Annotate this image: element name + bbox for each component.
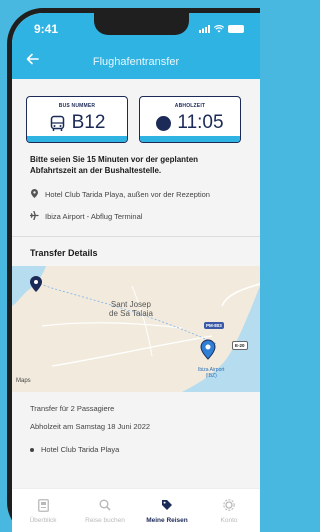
passenger-count: Transfer für 2 Passagiere <box>30 404 115 413</box>
map-pin-icon <box>30 189 38 200</box>
notice-text: Bitte seien Sie 15 Minuten vor der gepla… <box>30 155 199 175</box>
info-cards: BUS NUMMER B12 ABHOLZEIT 11:05 <box>12 79 260 143</box>
overview-icon <box>37 499 49 513</box>
wifi-icon <box>214 25 224 33</box>
destination-row: Ibiza Airport - Abflug Terminal <box>12 210 260 222</box>
place-label-line2: de Sa Talaia <box>109 309 153 318</box>
card-accent-bar <box>140 136 240 142</box>
tab-book-trip[interactable]: Reise buchen <box>77 499 133 524</box>
tab-book-trip-label: Reise buchen <box>85 517 125 524</box>
section-title: Transfer Details <box>30 248 98 258</box>
airplane-icon <box>29 210 39 222</box>
bus-number-value-row: B12 <box>27 112 127 134</box>
app-header: 9:41 Flughafentransfer <box>12 13 260 79</box>
destination-text: Ibiza Airport - Abflug Terminal <box>45 212 143 221</box>
transfer-details: Transfer für 2 Passagiere Abholzeit am S… <box>12 392 260 454</box>
tab-bar: Überblick Reise buchen Meine Reisen Kont… <box>12 488 260 532</box>
tab-overview-label: Überblick <box>29 517 57 524</box>
hotel-name: Hotel Club Tarida Playa <box>41 445 120 454</box>
status-icons <box>199 25 244 33</box>
map-pin-start[interactable] <box>30 276 42 292</box>
pickup-time-value: 11:05 <box>177 112 224 133</box>
tab-overview[interactable]: Überblick <box>15 499 71 524</box>
tab-account-label: Konto <box>220 517 238 524</box>
bus-icon <box>50 115 64 131</box>
page-title: Flughafentransfer <box>92 56 180 68</box>
maps-brand: Maps <box>16 378 31 384</box>
place-label-line1: Sant Josep <box>110 300 151 309</box>
pickup-date: Abholzeit am Samstag 18 Juni 2022 <box>30 422 151 431</box>
card-accent-bar <box>27 136 127 142</box>
pickup-time-card: ABHOLZEIT 11:05 <box>139 96 241 143</box>
signal-icon <box>199 25 210 33</box>
battery-icon <box>228 25 244 33</box>
phone-frame: 9:41 Flughafentransfer BUS NUMMER B12 AB… <box>7 8 260 532</box>
dot-icon <box>156 115 172 131</box>
bus-number-label: BUS NUMMER <box>58 103 96 109</box>
airport-label: Ibiza Airport (IBZ) <box>198 367 224 379</box>
bus-number-card: BUS NUMMER B12 <box>26 96 128 143</box>
map-pin-airport[interactable] <box>200 339 216 360</box>
back-button[interactable] <box>26 53 39 69</box>
tab-account[interactable]: Konto <box>201 499 257 524</box>
pickup-time-label: ABHOLZEIT <box>174 103 206 109</box>
pickup-location-row: Hotel Club Tarida Playa, außen vor der R… <box>12 189 260 200</box>
bus-number-value: B12 <box>71 112 106 133</box>
pickup-time-value-row: 11:05 <box>140 112 240 134</box>
airport-label-line2: (IBZ) <box>205 373 217 379</box>
device-notch <box>94 13 189 35</box>
route-map[interactable]: Sant Josep de Sa Talaia PM-803 E-20 Ibiz… <box>12 266 260 392</box>
status-time: 9:41 <box>34 22 59 36</box>
search-icon <box>99 499 111 513</box>
arrow-left-icon <box>26 53 39 65</box>
tab-my-trips[interactable]: Meine Reisen <box>139 499 195 524</box>
app-screen: 9:41 Flughafentransfer BUS NUMMER B12 AB… <box>12 13 260 532</box>
nav-bar: Flughafentransfer <box>12 45 260 79</box>
map-place-label: Sant Josep de Sa Talaia <box>109 300 153 318</box>
hotel-row: Hotel Club Tarida Playa <box>30 445 242 454</box>
gear-icon <box>223 499 235 513</box>
pickup-location-text: Hotel Club Tarida Playa, außen vor der R… <box>45 190 210 199</box>
bullet-icon <box>30 447 34 452</box>
tag-icon <box>161 499 173 513</box>
road-badge-pm803: PM-803 <box>204 322 224 329</box>
road-badge-e20: E-20 <box>232 341 248 350</box>
tab-my-trips-label: Meine Reisen <box>146 517 188 524</box>
